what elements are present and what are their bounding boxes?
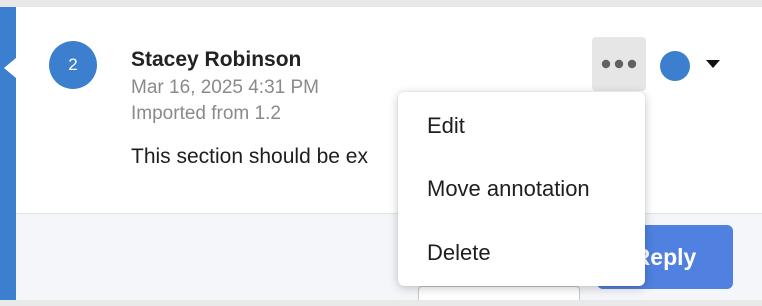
caret-down-icon[interactable] [706,60,720,68]
more-actions-button[interactable] [592,37,646,91]
menu-item-delete[interactable]: Delete [398,226,645,280]
pointer-notch [4,58,16,78]
bottom-strip [0,300,762,306]
menu-item-edit[interactable]: Edit [398,99,645,153]
menu-item-label: Delete [427,240,491,265]
annotation-color-picker[interactable] [660,51,690,81]
menu-item-label: Move annotation [427,176,590,201]
comment-number-avatar: 2 [49,41,97,89]
comment-card: 2 Stacey Robinson Mar 16, 2025 4:31 PM I… [0,7,762,301]
menu-item-label: Edit [427,113,465,138]
comment-body: This section should be ex [131,145,368,168]
menu-item-move-annotation[interactable]: Move annotation [398,162,645,216]
top-strip [0,0,762,7]
active-comment-indicator [0,7,16,300]
more-horizontal-icon [601,59,637,69]
secondary-button-edge[interactable] [418,286,580,301]
comment-actions-menu: Edit Move annotation Delete [398,92,645,286]
comment-source: Imported from 1.2 [131,103,281,124]
comment-author: Stacey Robinson [131,48,302,71]
comment-timestamp: Mar 16, 2025 4:31 PM [131,77,319,98]
